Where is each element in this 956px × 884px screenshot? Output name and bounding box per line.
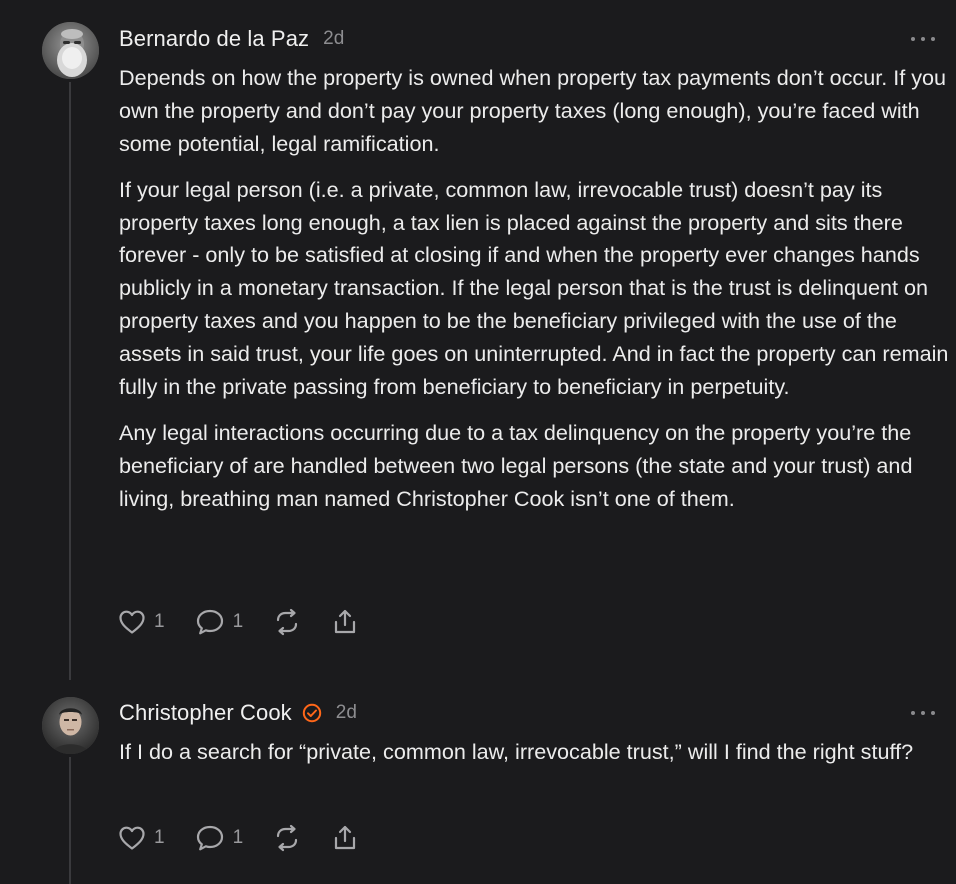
restack-button[interactable] — [273, 824, 301, 852]
restack-icon — [273, 824, 301, 852]
author-name[interactable]: Bernardo de la Paz — [119, 26, 309, 52]
comment-icon — [195, 824, 225, 852]
comment-actions: 1 1 — [118, 823, 389, 853]
reply-count: 1 — [232, 827, 244, 848]
restack-button[interactable] — [273, 608, 301, 636]
restack-icon — [273, 608, 301, 636]
comment-header: Bernardo de la Paz 2d — [119, 24, 344, 54]
timestamp[interactable]: 2d — [323, 28, 344, 50]
heart-icon — [118, 825, 146, 851]
more-icon — [911, 37, 915, 41]
comment-actions: 1 1 — [118, 607, 389, 637]
comment-header: Christopher Cook 2d — [119, 698, 357, 728]
more-options-button[interactable] — [911, 708, 935, 718]
share-button[interactable] — [331, 608, 359, 636]
more-icon — [931, 37, 935, 41]
avatar-man-portrait-image — [42, 697, 99, 754]
more-icon — [921, 37, 925, 41]
avatar[interactable] — [42, 697, 99, 754]
share-button[interactable] — [331, 824, 359, 852]
comment-body: Depends on how the property is owned whe… — [119, 62, 949, 529]
like-count: 1 — [154, 827, 165, 848]
more-icon — [921, 711, 925, 715]
thread-line — [69, 82, 71, 680]
comment-paragraph: If your legal person (i.e. a private, co… — [119, 176, 949, 399]
like-button[interactable]: 1 — [118, 825, 165, 851]
more-icon — [931, 711, 935, 715]
author-name[interactable]: Christopher Cook — [119, 700, 292, 726]
like-count: 1 — [154, 611, 165, 632]
timestamp[interactable]: 2d — [336, 702, 357, 724]
comment-paragraph: Depends on how the property is owned whe… — [119, 65, 947, 156]
avatar-bearded-man-image — [42, 22, 99, 79]
comment-icon — [195, 608, 225, 636]
verified-icon — [302, 703, 322, 723]
comment-paragraph: Any legal interactions occurring due to … — [119, 419, 913, 511]
share-icon — [331, 608, 359, 636]
reply-count: 1 — [232, 611, 244, 632]
reply-button[interactable]: 1 — [195, 824, 244, 852]
share-icon — [331, 824, 359, 852]
heart-icon — [118, 609, 146, 635]
more-options-button[interactable] — [911, 34, 935, 44]
comment-paragraph: If I do a search for “private, common la… — [119, 739, 914, 764]
avatar[interactable] — [42, 22, 99, 79]
like-button[interactable]: 1 — [118, 609, 165, 635]
thread-line — [69, 757, 71, 884]
more-icon — [911, 711, 915, 715]
comment-body: If I do a search for “private, common la… — [119, 736, 949, 782]
reply-button[interactable]: 1 — [195, 608, 244, 636]
